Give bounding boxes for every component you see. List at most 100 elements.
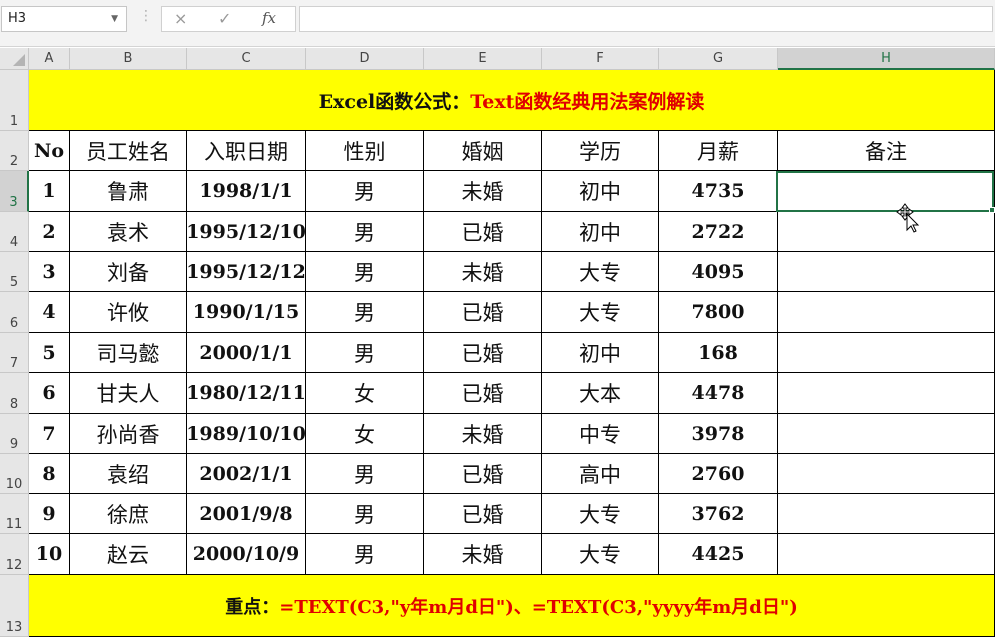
row-header-11[interactable]: 11 bbox=[0, 494, 29, 534]
table-cell[interactable]: 4425 bbox=[659, 534, 778, 575]
table-cell[interactable]: 已婚 bbox=[424, 373, 542, 414]
table-cell[interactable]: 8 bbox=[29, 454, 70, 494]
table-cell[interactable] bbox=[778, 252, 995, 292]
row-header-2[interactable]: 2 bbox=[0, 131, 29, 171]
table-cell[interactable]: 男 bbox=[306, 454, 424, 494]
row-header-12[interactable]: 12 bbox=[0, 534, 29, 575]
table-cell[interactable]: 1995/12/12 bbox=[187, 252, 306, 292]
table-cell[interactable]: 袁术 bbox=[70, 212, 187, 252]
row-header-3[interactable]: 3 bbox=[0, 171, 29, 212]
table-cell[interactable]: 大本 bbox=[542, 373, 659, 414]
table-cell[interactable]: 2760 bbox=[659, 454, 778, 494]
table-cell[interactable]: 5 bbox=[29, 333, 70, 373]
table-cell[interactable]: 未婚 bbox=[424, 171, 542, 212]
cancel-icon[interactable]: × bbox=[174, 9, 187, 28]
table-cell[interactable]: 4095 bbox=[659, 252, 778, 292]
table-cell[interactable]: 1995/12/10 bbox=[187, 212, 306, 252]
row-header-7[interactable]: 7 bbox=[0, 333, 29, 373]
table-cell[interactable]: 袁绍 bbox=[70, 454, 187, 494]
table-cell[interactable]: 1998/1/1 bbox=[187, 171, 306, 212]
table-cell[interactable]: 男 bbox=[306, 212, 424, 252]
table-cell[interactable]: 男 bbox=[306, 333, 424, 373]
table-cell[interactable]: 未婚 bbox=[424, 534, 542, 575]
drag-handle-icon[interactable]: ⋮ bbox=[139, 8, 153, 24]
table-cell[interactable]: 赵云 bbox=[70, 534, 187, 575]
chevron-down-icon[interactable]: ▼ bbox=[111, 7, 118, 31]
table-cell[interactable]: 9 bbox=[29, 494, 70, 534]
table-cell[interactable]: 大专 bbox=[542, 534, 659, 575]
formula-note-banner[interactable]: 重点： =TEXT(C3,"y年m月d日")、=TEXT(C3,"yyyy年m月d… bbox=[29, 575, 995, 637]
table-cell[interactable]: 中专 bbox=[542, 414, 659, 454]
table-cell[interactable]: 徐庶 bbox=[70, 494, 187, 534]
header-cell-6[interactable]: 月薪 bbox=[659, 131, 778, 171]
table-cell[interactable]: 1980/12/11 bbox=[187, 373, 306, 414]
select-all-corner[interactable] bbox=[0, 48, 29, 70]
column-header-g[interactable]: G bbox=[659, 48, 778, 70]
table-cell[interactable]: 4478 bbox=[659, 373, 778, 414]
table-cell[interactable]: 初中 bbox=[542, 212, 659, 252]
table-cell[interactable]: 2722 bbox=[659, 212, 778, 252]
header-cell-3[interactable]: 性别 bbox=[306, 131, 424, 171]
table-cell[interactable]: 男 bbox=[306, 292, 424, 333]
table-cell[interactable]: 1989/10/10 bbox=[187, 414, 306, 454]
column-header-a[interactable]: A bbox=[29, 48, 70, 70]
row-header-13[interactable]: 13 bbox=[0, 575, 29, 637]
table-cell[interactable]: 男 bbox=[306, 171, 424, 212]
column-header-d[interactable]: D bbox=[306, 48, 424, 70]
table-cell[interactable]: 许攸 bbox=[70, 292, 187, 333]
table-cell[interactable]: 甘夫人 bbox=[70, 373, 187, 414]
header-cell-0[interactable]: No bbox=[29, 131, 70, 171]
table-cell[interactable] bbox=[778, 292, 995, 333]
fill-handle[interactable] bbox=[989, 207, 995, 213]
table-cell[interactable]: 2001/9/8 bbox=[187, 494, 306, 534]
column-header-e[interactable]: E bbox=[424, 48, 542, 70]
header-cell-5[interactable]: 学历 bbox=[542, 131, 659, 171]
column-header-f[interactable]: F bbox=[542, 48, 659, 70]
table-cell[interactable] bbox=[778, 414, 995, 454]
table-cell[interactable]: 大专 bbox=[542, 494, 659, 534]
table-cell[interactable]: 3978 bbox=[659, 414, 778, 454]
table-cell[interactable]: 已婚 bbox=[424, 212, 542, 252]
table-cell[interactable]: 未婚 bbox=[424, 252, 542, 292]
table-cell[interactable] bbox=[778, 212, 995, 252]
row-header-9[interactable]: 9 bbox=[0, 414, 29, 454]
table-cell[interactable]: 2000/10/9 bbox=[187, 534, 306, 575]
column-header-c[interactable]: C bbox=[187, 48, 306, 70]
row-header-1[interactable]: 1 bbox=[0, 70, 29, 131]
header-cell-2[interactable]: 入职日期 bbox=[187, 131, 306, 171]
table-cell[interactable]: 3762 bbox=[659, 494, 778, 534]
table-cell[interactable]: 初中 bbox=[542, 333, 659, 373]
table-cell[interactable] bbox=[778, 171, 995, 212]
table-cell[interactable]: 男 bbox=[306, 534, 424, 575]
table-cell[interactable]: 高中 bbox=[542, 454, 659, 494]
row-header-6[interactable]: 6 bbox=[0, 292, 29, 333]
name-box[interactable]: H3 ▼ bbox=[1, 6, 127, 32]
table-cell[interactable]: 初中 bbox=[542, 171, 659, 212]
formula-input[interactable] bbox=[299, 6, 993, 32]
table-cell[interactable] bbox=[778, 333, 995, 373]
table-cell[interactable]: 1 bbox=[29, 171, 70, 212]
table-cell[interactable]: 已婚 bbox=[424, 494, 542, 534]
insert-function-icon[interactable]: fx bbox=[262, 9, 276, 27]
sheet-title-banner[interactable]: Excel函数公式： Text函数经典用法案例解读 bbox=[29, 70, 995, 131]
table-cell[interactable]: 4 bbox=[29, 292, 70, 333]
table-cell[interactable]: 大专 bbox=[542, 292, 659, 333]
table-cell[interactable]: 4735 bbox=[659, 171, 778, 212]
table-cell[interactable]: 女 bbox=[306, 414, 424, 454]
table-cell[interactable] bbox=[778, 454, 995, 494]
column-header-b[interactable]: B bbox=[70, 48, 187, 70]
table-cell[interactable]: 7 bbox=[29, 414, 70, 454]
row-header-8[interactable]: 8 bbox=[0, 373, 29, 414]
table-cell[interactable]: 168 bbox=[659, 333, 778, 373]
table-cell[interactable]: 2 bbox=[29, 212, 70, 252]
table-cell[interactable]: 未婚 bbox=[424, 414, 542, 454]
enter-icon[interactable]: ✓ bbox=[218, 9, 231, 28]
table-cell[interactable]: 7800 bbox=[659, 292, 778, 333]
header-cell-4[interactable]: 婚姻 bbox=[424, 131, 542, 171]
table-cell[interactable]: 鲁肃 bbox=[70, 171, 187, 212]
row-header-4[interactable]: 4 bbox=[0, 212, 29, 252]
table-cell[interactable]: 已婚 bbox=[424, 292, 542, 333]
table-cell[interactable]: 1990/1/15 bbox=[187, 292, 306, 333]
table-cell[interactable]: 10 bbox=[29, 534, 70, 575]
table-cell[interactable]: 6 bbox=[29, 373, 70, 414]
